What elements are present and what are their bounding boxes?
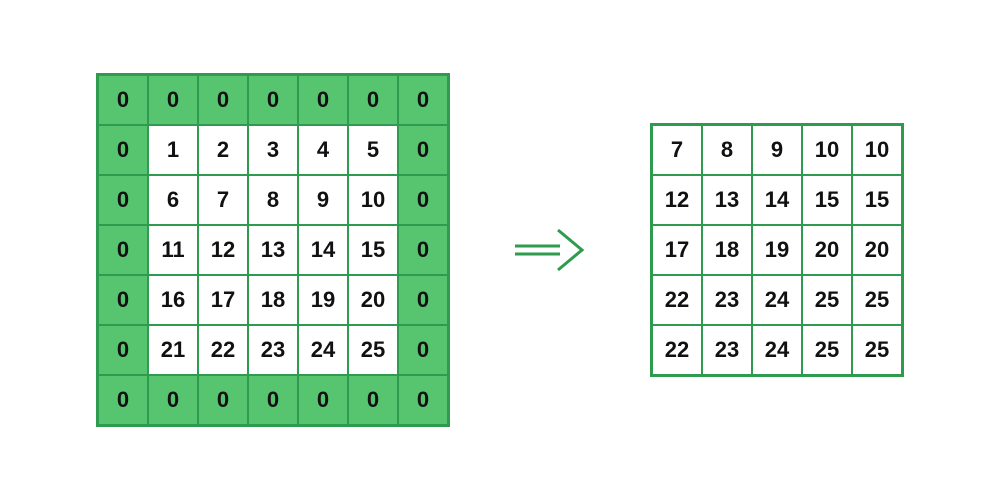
- input-cell-r5-c6: 0: [398, 325, 448, 375]
- output-cell-r2-c3: 20: [802, 225, 852, 275]
- output-cell-r0-c3: 10: [802, 125, 852, 175]
- input-cell-r6-c5: 0: [348, 375, 398, 425]
- input-cell-r5-c5: 25: [348, 325, 398, 375]
- input-cell-r2-c5: 10: [348, 175, 398, 225]
- input-cell-r6-c3: 0: [248, 375, 298, 425]
- input-padded-grid: 0000000012345006789100011121314150016171…: [96, 73, 450, 427]
- output-cell-r1-c2: 14: [752, 175, 802, 225]
- input-cell-r6-c6: 0: [398, 375, 448, 425]
- output-cell-r4-c3: 25: [802, 325, 852, 375]
- input-cell-r3-c6: 0: [398, 225, 448, 275]
- output-cell-r1-c0: 12: [652, 175, 702, 225]
- output-grid: 7891010121314151517181920202223242525222…: [650, 123, 904, 377]
- input-cell-r1-c2: 2: [198, 125, 248, 175]
- input-cell-r2-c4: 9: [298, 175, 348, 225]
- input-cell-r3-c5: 15: [348, 225, 398, 275]
- input-cell-r0-c2: 0: [198, 75, 248, 125]
- output-cell-r3-c4: 25: [852, 275, 902, 325]
- input-cell-r1-c6: 0: [398, 125, 448, 175]
- input-cell-r4-c3: 18: [248, 275, 298, 325]
- input-cell-r0-c1: 0: [148, 75, 198, 125]
- input-cell-r3-c3: 13: [248, 225, 298, 275]
- input-cell-r0-c5: 0: [348, 75, 398, 125]
- input-cell-r5-c0: 0: [98, 325, 148, 375]
- input-cell-r4-c1: 16: [148, 275, 198, 325]
- output-cell-r2-c2: 19: [752, 225, 802, 275]
- output-cell-r4-c2: 24: [752, 325, 802, 375]
- input-cell-r1-c1: 1: [148, 125, 198, 175]
- input-cell-r0-c4: 0: [298, 75, 348, 125]
- output-cell-r1-c4: 15: [852, 175, 902, 225]
- input-cell-r4-c0: 0: [98, 275, 148, 325]
- input-cell-r3-c2: 12: [198, 225, 248, 275]
- input-cell-r0-c6: 0: [398, 75, 448, 125]
- input-cell-r3-c0: 0: [98, 225, 148, 275]
- output-cell-r4-c1: 23: [702, 325, 752, 375]
- input-cell-r2-c1: 6: [148, 175, 198, 225]
- input-cell-r3-c4: 14: [298, 225, 348, 275]
- input-cell-r5-c3: 23: [248, 325, 298, 375]
- output-cell-r4-c0: 22: [652, 325, 702, 375]
- input-cell-r2-c6: 0: [398, 175, 448, 225]
- input-cell-r2-c3: 8: [248, 175, 298, 225]
- output-cell-r0-c1: 8: [702, 125, 752, 175]
- input-cell-r1-c3: 3: [248, 125, 298, 175]
- arrow-icon: [510, 220, 590, 280]
- input-cell-r5-c1: 21: [148, 325, 198, 375]
- input-cell-r1-c4: 4: [298, 125, 348, 175]
- output-cell-r2-c1: 18: [702, 225, 752, 275]
- output-cell-r1-c3: 15: [802, 175, 852, 225]
- input-cell-r1-c5: 5: [348, 125, 398, 175]
- output-cell-r0-c4: 10: [852, 125, 902, 175]
- input-cell-r4-c6: 0: [398, 275, 448, 325]
- input-cell-r6-c1: 0: [148, 375, 198, 425]
- input-cell-r6-c2: 0: [198, 375, 248, 425]
- output-cell-r3-c1: 23: [702, 275, 752, 325]
- output-cell-r0-c2: 9: [752, 125, 802, 175]
- input-cell-r2-c0: 0: [98, 175, 148, 225]
- input-cell-r5-c4: 24: [298, 325, 348, 375]
- input-cell-r4-c4: 19: [298, 275, 348, 325]
- input-cell-r2-c2: 7: [198, 175, 248, 225]
- output-cell-r2-c4: 20: [852, 225, 902, 275]
- input-cell-r6-c4: 0: [298, 375, 348, 425]
- output-cell-r3-c3: 25: [802, 275, 852, 325]
- output-cell-r2-c0: 17: [652, 225, 702, 275]
- output-cell-r3-c0: 22: [652, 275, 702, 325]
- input-cell-r6-c0: 0: [98, 375, 148, 425]
- output-cell-r4-c4: 25: [852, 325, 902, 375]
- input-cell-r1-c0: 0: [98, 125, 148, 175]
- output-cell-r0-c0: 7: [652, 125, 702, 175]
- input-cell-r3-c1: 11: [148, 225, 198, 275]
- input-cell-r0-c3: 0: [248, 75, 298, 125]
- output-cell-r3-c2: 24: [752, 275, 802, 325]
- input-cell-r4-c5: 20: [348, 275, 398, 325]
- input-cell-r0-c0: 0: [98, 75, 148, 125]
- input-cell-r4-c2: 17: [198, 275, 248, 325]
- output-cell-r1-c1: 13: [702, 175, 752, 225]
- input-cell-r5-c2: 22: [198, 325, 248, 375]
